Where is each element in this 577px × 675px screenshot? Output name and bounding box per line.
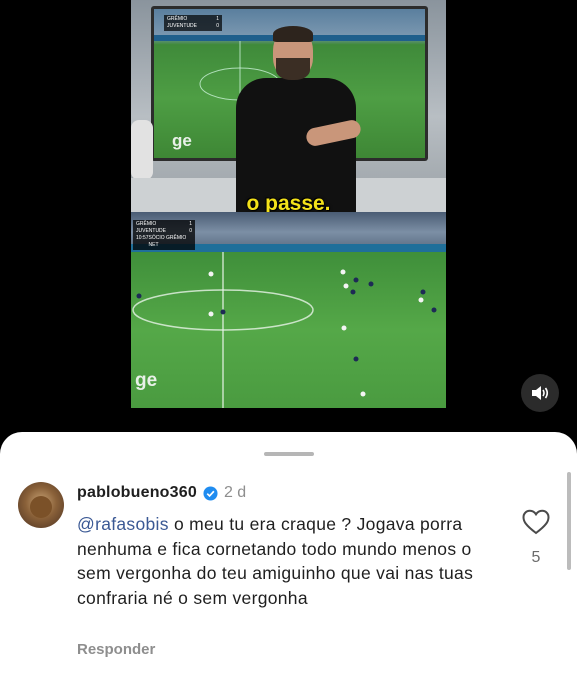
field-lines	[132, 252, 437, 408]
robot-figure	[131, 120, 153, 180]
video-player[interactable]: GRÊMIO 1 JUVENTUDE 0 ge o passe. GRÊMIO 1 J…	[131, 0, 446, 408]
match-field: ge	[131, 252, 446, 408]
comments-sheet: pablobueno360 2 d @rafasobis o meu tu er…	[0, 432, 577, 675]
comment-time: 2 d	[223, 484, 247, 501]
players-home	[208, 269, 424, 397]
ge-logo: ge	[135, 370, 158, 391]
comment-header: pablobueno360 2 d	[77, 484, 246, 502]
tv-scoreboard: GRÊMIO 1 JUVENTUDE 0	[164, 15, 222, 31]
studio-scene: GRÊMIO 1 JUVENTUDE 0 ge	[131, 0, 446, 212]
heart-outline-icon[interactable]	[522, 509, 550, 535]
lion-image	[30, 496, 52, 518]
reply-button[interactable]: Responder	[77, 641, 155, 658]
sheet-drag-handle[interactable]	[264, 452, 314, 456]
mute-button[interactable]	[521, 374, 559, 412]
comment-text: @rafasobis o meu tu era craque ? Jogava …	[77, 512, 497, 610]
match-scoreboard: GRÊMIO 1 JUVENTUDE 0 10:57 SÓCIO GRÊMIO NET	[133, 220, 195, 250]
username-link[interactable]: pablobueno360	[77, 484, 197, 502]
presenter	[236, 26, 363, 212]
scrollbar[interactable]	[567, 472, 571, 570]
players-away	[136, 277, 437, 362]
like-count: 5	[531, 549, 541, 566]
speaker-icon	[532, 386, 549, 400]
verified-badge-icon	[203, 485, 218, 501]
tv-ge-logo: ge	[172, 131, 192, 150]
avatar[interactable]	[18, 482, 64, 528]
mention-link[interactable]: @rafasobis	[77, 514, 169, 534]
